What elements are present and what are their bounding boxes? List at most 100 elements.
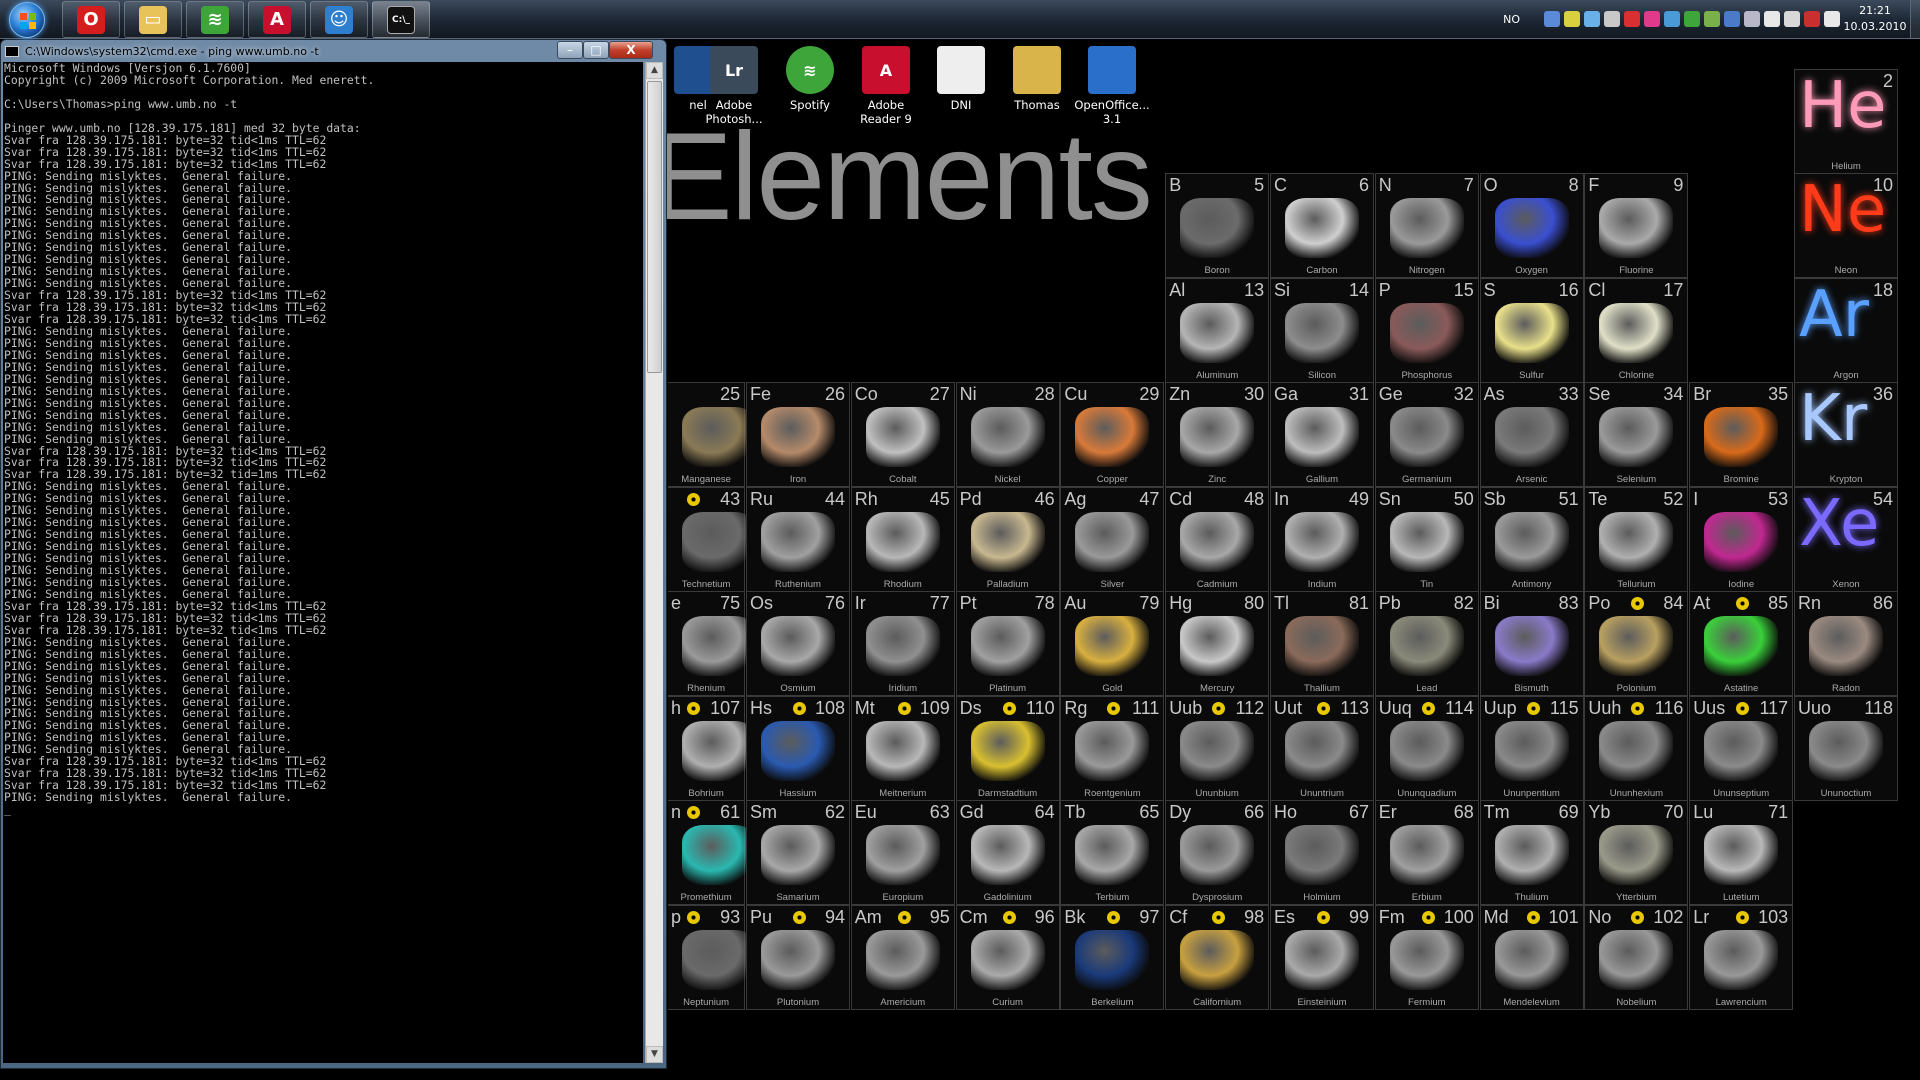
radioactive-icon xyxy=(793,911,806,924)
element-symbol: Cl xyxy=(1588,280,1606,300)
element-symbol: Uuo xyxy=(1798,698,1832,718)
desktop-icon[interactable]: DNI xyxy=(923,44,999,112)
element-symbol: Uuq xyxy=(1378,698,1412,718)
tray-disk-icon[interactable] xyxy=(1604,11,1620,27)
tray-cloud-icon[interactable] xyxy=(1584,11,1600,27)
element-name: Sulfur xyxy=(1519,370,1544,381)
system-tray: NO xyxy=(1503,8,1840,30)
desktop-icon[interactable]: ≋ Spotify xyxy=(772,44,848,112)
clock[interactable]: 21:21 10.03.2010 xyxy=(1840,3,1910,35)
scrollbar-thumb[interactable] xyxy=(647,81,662,373)
console-output-area[interactable]: Microsoft Windows [Versjon 6.1.7600] Cop… xyxy=(3,62,643,1063)
taskbar-button[interactable]: A xyxy=(248,1,306,38)
element-sample-image xyxy=(1809,721,1883,781)
element-symbol: Mt xyxy=(854,698,875,718)
atomic-number: 54 xyxy=(1872,489,1893,509)
element-name: Nitrogen xyxy=(1408,265,1445,276)
tray-spotify-icon[interactable] xyxy=(1684,11,1700,27)
taskbar-button[interactable]: ≋ xyxy=(186,1,244,38)
atomic-number: 50 xyxy=(1453,489,1474,509)
atomic-number: 31 xyxy=(1348,384,1369,404)
taskbar-button[interactable]: ▭ xyxy=(124,1,182,38)
desktop-icon[interactable]: Thomas xyxy=(999,44,1075,112)
tray-app-icon[interactable] xyxy=(1544,11,1560,27)
atomic-number: 99 xyxy=(1348,907,1369,927)
element-symbol: Sm xyxy=(750,802,777,822)
element-sample-image xyxy=(1075,930,1150,990)
taskbar-button[interactable]: C:\_ xyxy=(372,1,430,38)
element-sample-image xyxy=(1704,825,1779,885)
start-button[interactable] xyxy=(2,0,52,39)
taskbar-button[interactable]: ☺ xyxy=(310,1,368,38)
power-icon[interactable] xyxy=(1784,11,1800,27)
element-sample-image xyxy=(1285,825,1359,885)
cmd-window[interactable]: C:\Windows\system32\cmd.exe - ping www.u… xyxy=(0,39,667,1069)
element-tile: At 85 Astatine xyxy=(1689,591,1794,696)
element-tile: Eu 63 Europium xyxy=(850,800,955,905)
tray-m-icon[interactable] xyxy=(1624,11,1640,27)
atomic-number: 102 xyxy=(1653,907,1684,927)
element-sample-image xyxy=(1704,616,1779,676)
element-symbol: Yb xyxy=(1588,802,1611,822)
element-tile: Es 99 Einsteinium xyxy=(1270,905,1374,1010)
show-desktop-button[interactable] xyxy=(1910,0,1920,39)
element-name: Radon xyxy=(1832,683,1860,694)
element-name: Ununhexium xyxy=(1609,788,1664,799)
element-tile: Sn 50 Tin xyxy=(1374,487,1479,592)
element-sample-image xyxy=(1180,825,1255,885)
element-sample-image xyxy=(1389,303,1464,363)
element-tile: Fm 100 Fermium xyxy=(1374,905,1479,1010)
element-tile: Ar 18 Argon xyxy=(1794,278,1898,383)
atomic-number: 69 xyxy=(1558,802,1579,822)
element-sample-image xyxy=(1494,407,1569,467)
element-tile: Ir 77 Iridium xyxy=(850,591,955,696)
tray-chat-icon[interactable] xyxy=(1564,11,1580,27)
element-sample-image xyxy=(970,407,1045,467)
network-status-icon[interactable] xyxy=(1804,11,1820,27)
tray-tool-icon[interactable] xyxy=(1724,11,1740,27)
language-indicator[interactable]: NO xyxy=(1503,13,1520,26)
element-tile: Co 27 Cobalt xyxy=(850,382,955,487)
desktop-icon[interactable]: A Adobe Reader 9 xyxy=(848,44,924,126)
tray-gmail-icon[interactable] xyxy=(1644,11,1660,27)
element-tile: Sm 62 Samarium xyxy=(746,800,850,905)
maximize-button[interactable]: □ xyxy=(583,41,609,59)
tray-green-icon[interactable] xyxy=(1704,11,1720,27)
atomic-number: 30 xyxy=(1244,384,1265,404)
desktop-icon[interactable]: Lr Adobe Photosh... xyxy=(696,44,772,126)
vertical-scrollbar[interactable]: ▲ ▼ xyxy=(645,62,663,1063)
element-symbol: Ds xyxy=(959,698,982,718)
atomic-number: 62 xyxy=(824,802,845,822)
element-symbol: Co xyxy=(854,384,878,404)
element-tile: Tm 69 Thulium xyxy=(1479,800,1584,905)
scroll-down-arrow[interactable]: ▼ xyxy=(646,1046,663,1063)
tray-display-icon[interactable] xyxy=(1744,11,1760,27)
close-button[interactable]: X xyxy=(609,41,653,59)
volume-icon[interactable] xyxy=(1824,11,1840,27)
action-center-flag-icon[interactable] xyxy=(1764,11,1780,27)
atomic-number: 117 xyxy=(1759,698,1789,718)
atomic-number: 75 xyxy=(720,593,741,613)
openoffice-icon xyxy=(1088,46,1136,94)
element-name: Copper xyxy=(1096,474,1128,485)
element-sample-image xyxy=(1494,825,1569,885)
glowing-symbol: He xyxy=(1799,69,1887,143)
clock-date: 10.03.2010 xyxy=(1843,20,1907,33)
element-name: Mendelevium xyxy=(1503,997,1560,1008)
radioactive-icon xyxy=(1631,702,1645,715)
element-tile: Ne 10 Neon xyxy=(1794,173,1898,278)
acrobat-icon: A xyxy=(263,5,291,34)
element-sample-image xyxy=(1389,930,1464,990)
scroll-up-arrow[interactable]: ▲ xyxy=(646,62,663,79)
desktop-icon[interactable]: OpenOffice... 3.1 xyxy=(1074,44,1150,126)
minimize-button[interactable]: – xyxy=(557,41,583,59)
element-tile: Tb 65 Terbium xyxy=(1060,800,1165,905)
taskbar-button[interactable]: O xyxy=(62,1,120,38)
tray-network-icon[interactable] xyxy=(1664,11,1680,27)
element-sample-image xyxy=(682,721,756,781)
element-tile: N 7 Nitrogen xyxy=(1374,173,1479,278)
element-name: Oxygen xyxy=(1515,265,1548,276)
element-symbol: Rg xyxy=(1064,698,1088,718)
element-name: Berkelium xyxy=(1091,997,1134,1008)
atomic-number: 103 xyxy=(1758,907,1789,927)
